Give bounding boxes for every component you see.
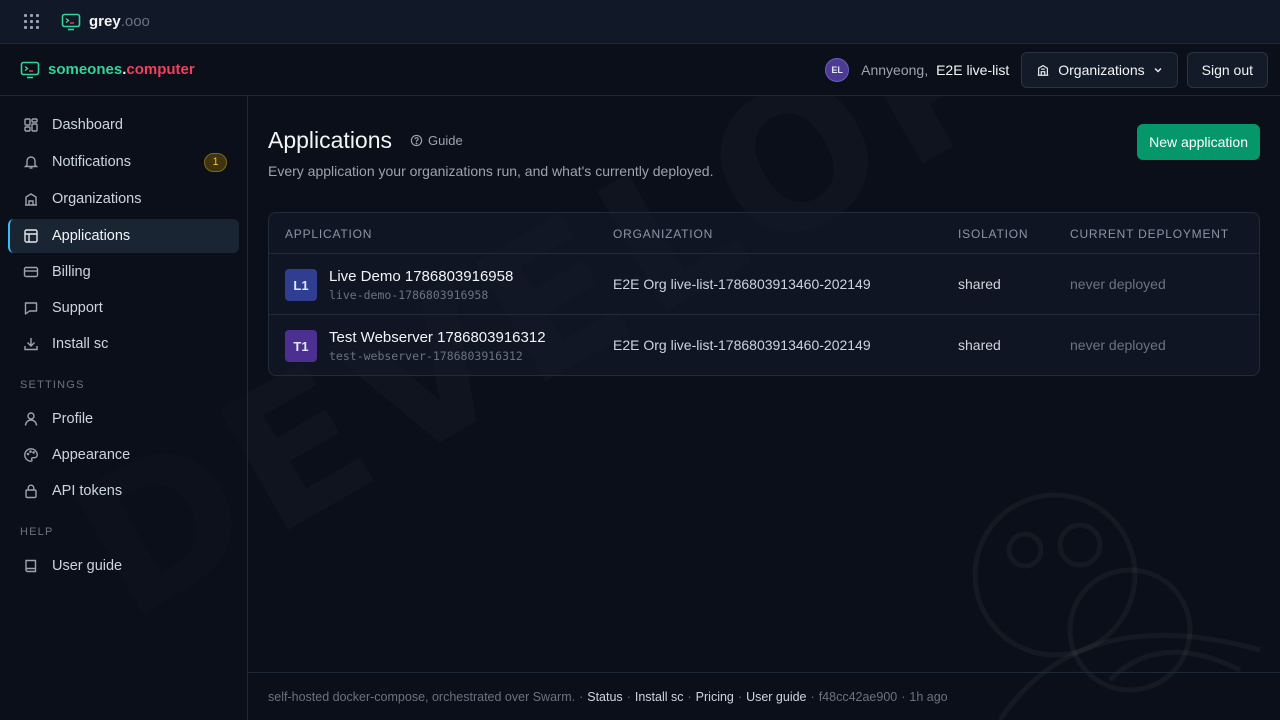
application-slug: live-demo-1786803916958 [329,288,489,302]
footer-separator: · [901,689,906,704]
application-name-link[interactable]: Live Demo 1786803916958 [329,268,513,285]
app-grid-icon[interactable] [21,12,41,32]
sidebar-item-label: Dashboard [52,117,123,133]
sidebar-item-dashboard[interactable]: Dashboard [8,108,239,142]
greeting-text: Annyeong, [861,61,929,78]
organization-cell: E2E Org live-list-1786803913460-202149 [613,337,871,353]
building-icon [1037,64,1049,76]
lock-icon [23,483,39,499]
footer-separator: · [687,689,692,704]
book-icon [23,558,39,574]
guide-link-label: Guide [428,133,463,148]
chat-icon [23,300,39,316]
sidebar-item-label: Support [52,300,103,316]
column-header-organization: ORGANIZATION [613,227,714,241]
sidebar: Dashboard Notifications 1 Organizations … [0,96,248,720]
organization-cell: E2E Org live-list-1786803913460-202149 [613,276,871,292]
terminal-monitor-icon [61,13,81,30]
app-header: someones. computer EL Annyeong, E2E live-… [0,44,1280,96]
sidebar-item-install-sc[interactable]: Install sc [8,327,239,361]
building-icon [23,191,39,207]
footer-link-pricing[interactable]: Pricing [696,690,734,704]
footer-separator: · [626,689,631,704]
sidebar-item-label: Billing [52,264,91,280]
brand-part-computer: computer [126,61,195,78]
sidebar-item-organizations[interactable]: Organizations [8,182,239,216]
footer-build-age: 1h ago [909,689,948,704]
sidebar-item-appearance[interactable]: Appearance [8,438,239,472]
notification-count-badge: 1 [204,152,227,172]
sidebar-item-label: Organizations [52,191,142,207]
footer-link-user-guide[interactable]: User guide [746,690,806,704]
applications-table: APPLICATION ORGANIZATION ISOLATION CURRE… [268,212,1260,376]
app-avatar-badge: T1 [285,330,317,362]
grey-brand-link[interactable]: grey.ooo [61,13,150,31]
header-user-area: EL Annyeong, E2E live-list Organizations… [825,51,1268,88]
application-name-link[interactable]: Test Webserver 1786803916312 [329,329,546,346]
user-name: E2E live-list [936,61,1010,78]
sidebar-item-profile[interactable]: Profile [8,402,239,436]
brand-part-someones: someones [48,61,123,78]
settings-section-label: SETTINGS [20,379,85,391]
sidebar-item-label: User guide [52,558,123,574]
top-bar: grey.ooo [0,0,1280,44]
chevron-down-icon [1154,67,1162,73]
help-section-label: HELP [20,526,54,538]
organizations-button-label: Organizations [1058,61,1145,78]
bell-icon [23,154,39,170]
sidebar-item-label: Profile [52,411,94,427]
sidebar-item-notifications[interactable]: Notifications 1 [8,145,239,179]
sidebar-item-billing[interactable]: Billing [8,255,239,289]
footer-separator: · [579,689,584,704]
deployment-status-cell: never deployed [1070,276,1166,292]
grey-brand-name: grey.ooo [89,13,150,30]
dashboard-icon [23,117,39,133]
sidebar-item-applications[interactable]: Applications [8,219,239,253]
avatar[interactable]: EL [825,57,850,82]
column-header-application: APPLICATION [285,227,373,241]
table-row[interactable]: T1 Test Webserver 1786803916312 test-web… [269,315,1259,375]
isolation-cell: shared [958,276,1001,292]
sidebar-item-support[interactable]: Support [8,291,239,325]
footer-separator: · [810,689,815,704]
palette-icon [23,447,39,463]
sidebar-item-label: Applications [52,228,131,244]
footer-link-status[interactable]: Status [587,690,622,704]
sidebar-item-user-guide[interactable]: User guide [8,549,239,583]
application-slug: test-webserver-1786803916312 [329,349,523,363]
footer-separator: · [737,689,743,704]
footer-link-install-sc[interactable]: Install sc [635,690,684,704]
sidebar-item-label: Appearance [52,447,131,463]
user-icon [23,411,39,427]
sidebar-item-label: Notifications [52,154,131,170]
table-row[interactable]: L1 Live Demo 1786803916958 live-demo-178… [269,254,1259,315]
column-header-current-deployment: CURRENT DEPLOYMENT [1070,227,1229,241]
guide-link[interactable]: Guide [410,133,463,148]
sign-out-button[interactable]: Sign out [1186,51,1268,88]
footer: self-hosted docker-compose, orchestrated… [248,672,1280,720]
site-brand-link[interactable]: someones. computer [20,61,195,79]
sidebar-item-label: API tokens [52,483,123,499]
application-icon [23,228,39,244]
organizations-dropdown-button[interactable]: Organizations [1021,51,1178,88]
table-header: APPLICATION ORGANIZATION ISOLATION CURRE… [269,213,1259,254]
app-avatar-badge: L1 [285,269,317,301]
help-circle-icon [410,134,423,147]
grey-brand-domain: .ooo [120,13,150,30]
page-title: Applications [268,127,393,153]
sidebar-item-label: Install sc [52,336,109,352]
main-content: Applications Guide Every application you… [248,96,1280,720]
deployment-status-cell: never deployed [1070,337,1166,353]
isolation-cell: shared [958,337,1001,353]
footer-description: self-hosted docker-compose, orchestrated… [268,689,576,704]
credit-card-icon [23,264,39,280]
column-header-isolation: ISOLATION [958,227,1029,241]
footer-commit-hash: f48cc42ae900 [818,689,898,704]
download-icon [23,336,39,352]
sidebar-item-api-tokens[interactable]: API tokens [8,474,239,508]
new-application-button[interactable]: New application [1137,124,1260,160]
terminal-monitor-icon [20,61,40,78]
page-subtitle: Every application your organizations run… [268,163,714,179]
